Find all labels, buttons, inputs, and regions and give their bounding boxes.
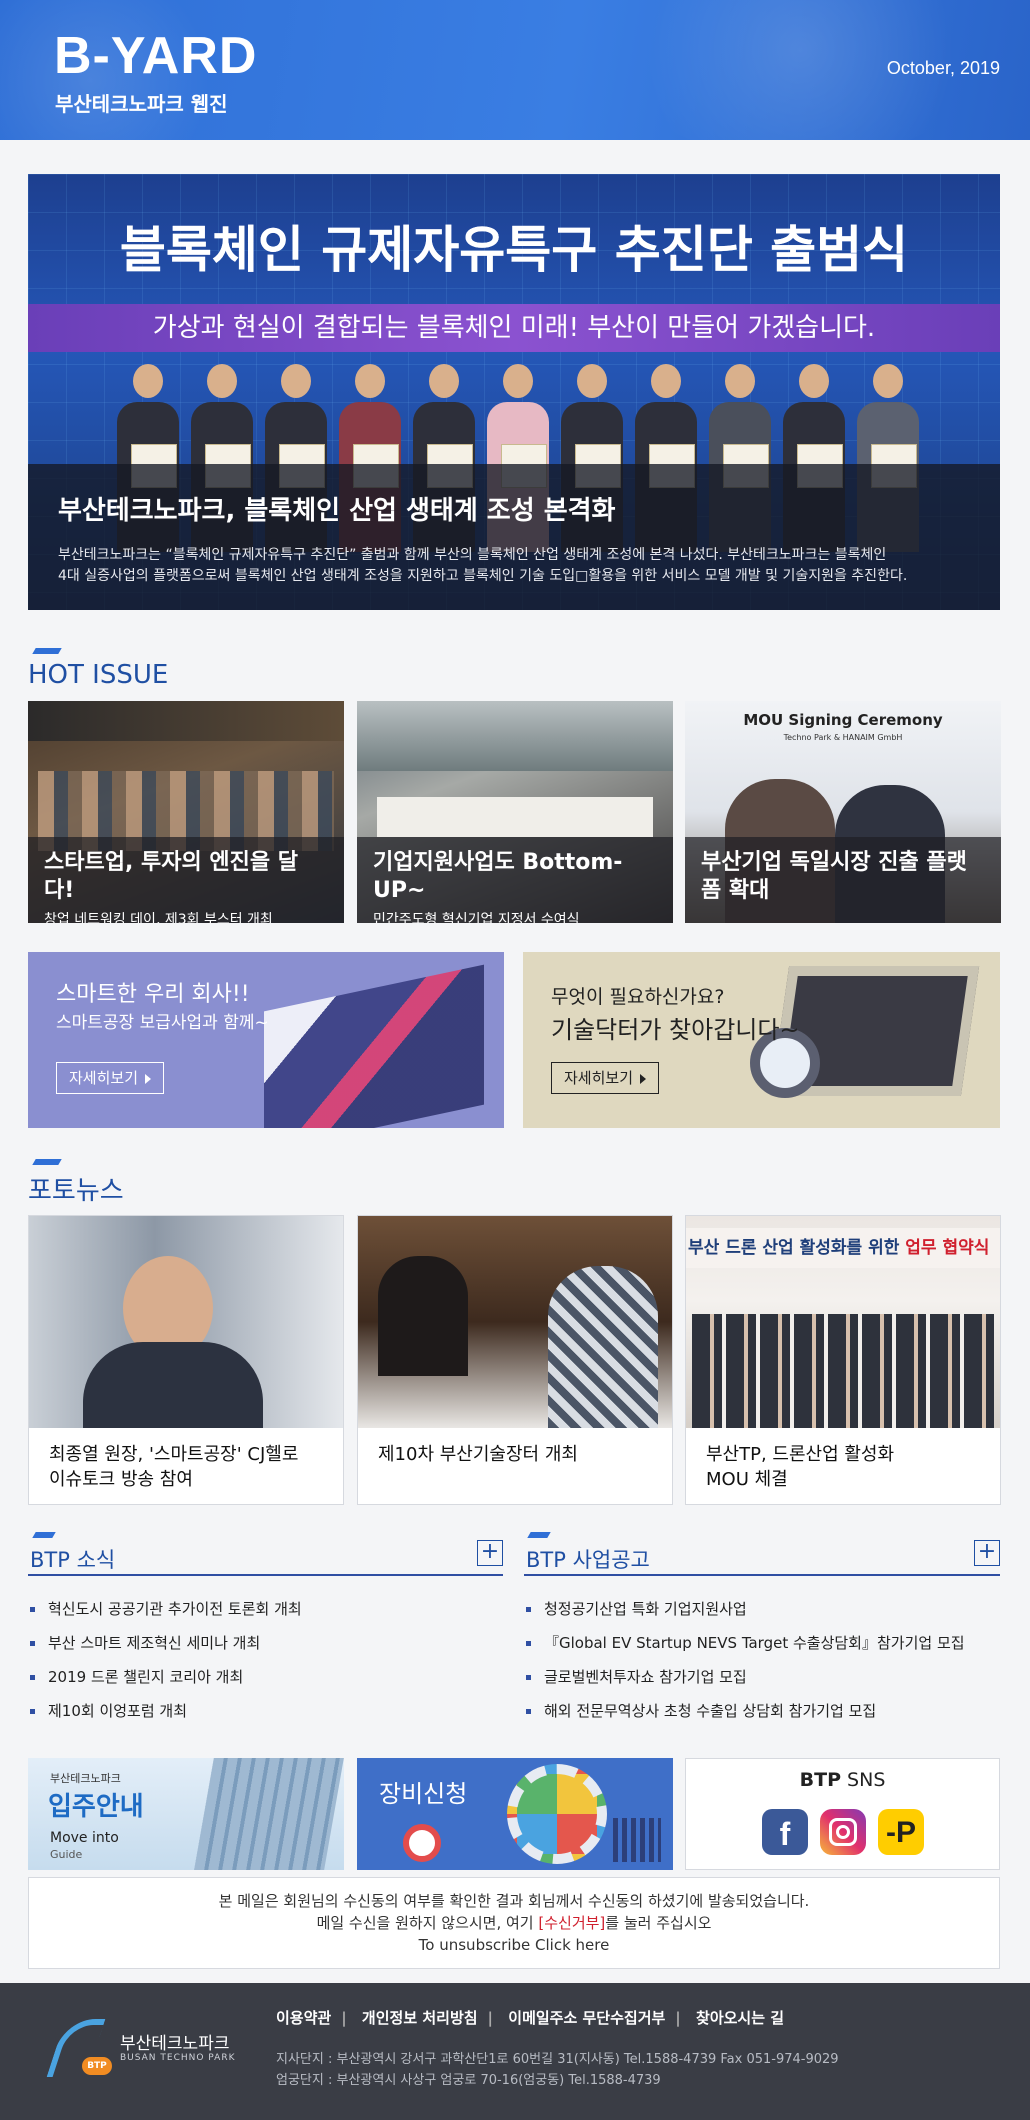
footer-address: 지사단지 : 부산광역시 강서구 과학산단1로 60번길 31(지사동) Tel… bbox=[276, 2052, 839, 2088]
hot-issue-card-bottom-up[interactable]: 기업지원사업도 Bottom-UP~ 민간주도형 혁신기업 지정서 수여식 bbox=[357, 701, 673, 923]
hot-issue-title: HOT ISSUE bbox=[28, 660, 169, 690]
gear-puzzle-icon bbox=[507, 1764, 607, 1864]
footer: BTP 부산테크노파크 BUSAN TECHNO PARK 이용약관 | 개인정보… bbox=[0, 1983, 1030, 2120]
hero-banner-title: 블록체인 규제자유특구 추진단 출범식 bbox=[119, 221, 909, 279]
click-here-link[interactable]: Click here bbox=[535, 1936, 609, 1954]
email-policy-link[interactable]: 이메일주소 무단수집거부 bbox=[508, 2009, 665, 2027]
hero-title[interactable]: 부산테크노파크, 블록체인 산업 생태계 조성 본격화 bbox=[58, 490, 970, 527]
list-item[interactable]: 2019 드론 챌린지 코리아 개최 bbox=[28, 1660, 498, 1694]
list-item[interactable]: 혁신도시 공공기관 추가이전 토론회 개최 bbox=[28, 1592, 498, 1626]
banner-headline: 스마트한 우리 회사!! bbox=[56, 982, 250, 1007]
hero-description: 부산테크노파크는 “블록체인 규제자유특구 추진단” 출범과 함께 부산의 블록… bbox=[58, 547, 908, 584]
btp-sns-box: BTP SNS f -P bbox=[685, 1758, 1000, 1870]
directions-link[interactable]: 찾아오시는 길 bbox=[696, 2009, 784, 2027]
issue-date: October, 2019 bbox=[886, 58, 1000, 78]
photo-news-caption: 제10차 부산기술장터 개최 bbox=[378, 1444, 578, 1465]
banner-subline: 기술닥터가 찾아갑니다~ bbox=[551, 1016, 800, 1044]
hero-banner-strip: 가상과 현실이 결합되는 블록체인 미래! 부산이 만들어 가겠습니다. bbox=[28, 304, 1000, 352]
btp-notice-more-icon[interactable]: + bbox=[974, 1540, 1000, 1566]
privacy-link[interactable]: 개인정보 처리방침 bbox=[362, 2009, 478, 2027]
notice-line: 메일 수신을 원하지 않으시면, 여기 [수신거부]를 눌러 주십시오 bbox=[316, 1914, 712, 1932]
hot-issue-subline: 창업 네트워킹 데이, 제3회 부스터 개최 bbox=[44, 912, 273, 923]
bar-graph-icon bbox=[613, 1818, 661, 1862]
mou-sign-subtext: Techno Park & HANAIM GmbH bbox=[783, 733, 903, 742]
list-item[interactable]: 해외 전문무역상사 초청 수출입 상담회 참가기업 모집 bbox=[524, 1694, 1000, 1728]
list-item[interactable]: 글로벌벤처투자쇼 참가기업 모집 bbox=[524, 1660, 1000, 1694]
facebook-icon[interactable]: f bbox=[762, 1809, 808, 1855]
webzine-logo[interactable]: B-YARD bbox=[54, 26, 257, 86]
move-in-guide-banner[interactable]: 부산테크노파크 입주안내 Move into Guide bbox=[28, 1758, 344, 1870]
smart-factory-more-button[interactable]: 자세히보기 bbox=[56, 1062, 164, 1094]
photo-news-card[interactable]: 최종열 원장, '스마트공장' CJ헬로 이슈토크 방송 참여 bbox=[28, 1215, 344, 1505]
list-item[interactable]: 청정공기산업 특화 기업지원사업 bbox=[524, 1592, 1000, 1626]
mou-sign-text: MOU Signing Ceremony bbox=[743, 711, 943, 729]
section-marker bbox=[32, 648, 62, 654]
kakaostory-icon[interactable]: -P bbox=[878, 1809, 924, 1855]
btp-logo-mark: BTP bbox=[46, 2017, 114, 2079]
tech-doctor-banner[interactable]: 무엇이 필요하신가요? 기술닥터가 찾아갑니다~ 자세히보기 bbox=[523, 952, 1000, 1128]
move-in-en: Move into bbox=[50, 1830, 119, 1846]
btp-notice-title: BTP 사업공고 bbox=[526, 1548, 650, 1572]
terms-link[interactable]: 이용약관 bbox=[276, 2009, 331, 2027]
drone-mou-sign: 부산 드론 산업 활성화를 위한 업무 협약식 bbox=[686, 1228, 1000, 1268]
btp-news-title: BTP 소식 bbox=[30, 1548, 116, 1572]
btp-news-list: 혁신도시 공공기관 추가이전 토론회 개최 부산 스마트 제조혁신 세미나 개최… bbox=[28, 1592, 498, 1728]
photo-news-caption: 최종열 원장, '스마트공장' CJ헬로 이슈토크 방송 참여 bbox=[49, 1444, 299, 1490]
hot-issue-card-startup[interactable]: 스타트업, 투자의 엔진을 달다! 창업 네트워킹 데이, 제3회 부스터 개최 bbox=[28, 701, 344, 923]
footer-org-en: BUSAN TECHNO PARK bbox=[120, 2053, 236, 2063]
banner-subline: 스마트공장 보급사업과 함께~ bbox=[56, 1013, 269, 1033]
photo-news-title: 포토뉴스 bbox=[28, 1176, 124, 1206]
hot-issue-subline: 민간주도형 혁신기업 지정서 수여식 bbox=[373, 912, 580, 923]
photo-news-card[interactable]: 부산 드론 산업 활성화를 위한 업무 협약식 부산TP, 드론산업 활성화 M… bbox=[685, 1215, 1001, 1505]
list-item[interactable]: 제10회 이엉포럼 개최 bbox=[28, 1694, 498, 1728]
banner-headline: 무엇이 필요하신가요? bbox=[551, 986, 725, 1008]
equipment-request-banner[interactable]: 장비신청 bbox=[357, 1758, 673, 1870]
footer-org-name: 부산테크노파크 bbox=[120, 2034, 230, 2054]
notice-line: 본 메일은 회원님의 수신동의 여부를 확인한 결과 회님께서 수신동의 하셨기… bbox=[218, 1892, 810, 1910]
section-marker bbox=[32, 1532, 56, 1538]
header: B-YARD 부산테크노파크 웹진 October, 2019 bbox=[0, 0, 1030, 140]
hot-issue-headline: 기업지원사업도 Bottom-UP~ bbox=[373, 850, 623, 903]
photo-news-card[interactable]: 제10차 부산기술장터 개최 bbox=[357, 1215, 673, 1505]
btp-sns-title: BTP SNS bbox=[799, 1769, 886, 1791]
list-item[interactable]: 『Global EV Startup NEVS Target 수출상담회』참가기… bbox=[524, 1626, 1000, 1660]
move-in-en-sub: Guide bbox=[50, 1848, 83, 1861]
btp-notice-list: 청정공기산업 특화 기업지원사업 『Global EV Startup NEVS… bbox=[524, 1592, 1000, 1728]
btp-news-header: BTP 소식 + bbox=[28, 1540, 503, 1576]
list-item[interactable]: 부산 스마트 제조혁신 세미나 개최 bbox=[28, 1626, 498, 1660]
photo-news-caption: 부산TP, 드론산업 활성화 MOU 체결 bbox=[706, 1444, 895, 1490]
target-icon bbox=[403, 1824, 441, 1862]
notice-line: To unsubscribe Click here bbox=[418, 1936, 610, 1954]
smart-factory-banner[interactable]: 스마트한 우리 회사!! 스마트공장 보급사업과 함께~ 자세히보기 bbox=[28, 952, 504, 1128]
section-marker bbox=[32, 1159, 62, 1165]
unsubscribe-notice: 본 메일은 회원님의 수신동의 여부를 확인한 결과 회님께서 수신동의 하셨기… bbox=[28, 1877, 1000, 1969]
hot-issue-headline: 부산기업 독일시장 진출 플랫폼 확대 bbox=[701, 850, 967, 903]
hot-issue-headline: 스타트업, 투자의 엔진을 달다! bbox=[44, 850, 298, 903]
section-marker bbox=[527, 1532, 551, 1538]
tech-doctor-more-button[interactable]: 자세히보기 bbox=[551, 1062, 659, 1094]
move-in-org: 부산테크노파크 bbox=[50, 1772, 121, 1785]
instagram-icon[interactable] bbox=[820, 1809, 866, 1855]
equipment-request-label: 장비신청 bbox=[379, 1780, 468, 1808]
btp-news-more-icon[interactable]: + bbox=[477, 1540, 503, 1566]
hot-issue-card-germany[interactable]: MOU Signing Ceremony Techno Park & HANAI… bbox=[685, 701, 1001, 923]
hero-caption: 부산테크노파크, 블록체인 산업 생태계 조성 본격화 부산테크노파크는 “블록… bbox=[28, 464, 1000, 610]
hero-article[interactable]: 블록체인 규제자유특구 추진단 출범식 가상과 현실이 결합되는 블록체인 미래… bbox=[28, 174, 1000, 610]
unsubscribe-link[interactable]: [수신거부] bbox=[538, 1914, 605, 1932]
webzine-subtitle: 부산테크노파크 웹진 bbox=[55, 92, 228, 116]
btp-notice-header: BTP 사업공고 + bbox=[524, 1540, 1000, 1576]
move-in-title: 입주안내 bbox=[48, 1792, 144, 1822]
footer-links: 이용약관 | 개인정보 처리방침 | 이메일주소 무단수집거부 | 찾아오시는 길 bbox=[276, 2009, 785, 2027]
